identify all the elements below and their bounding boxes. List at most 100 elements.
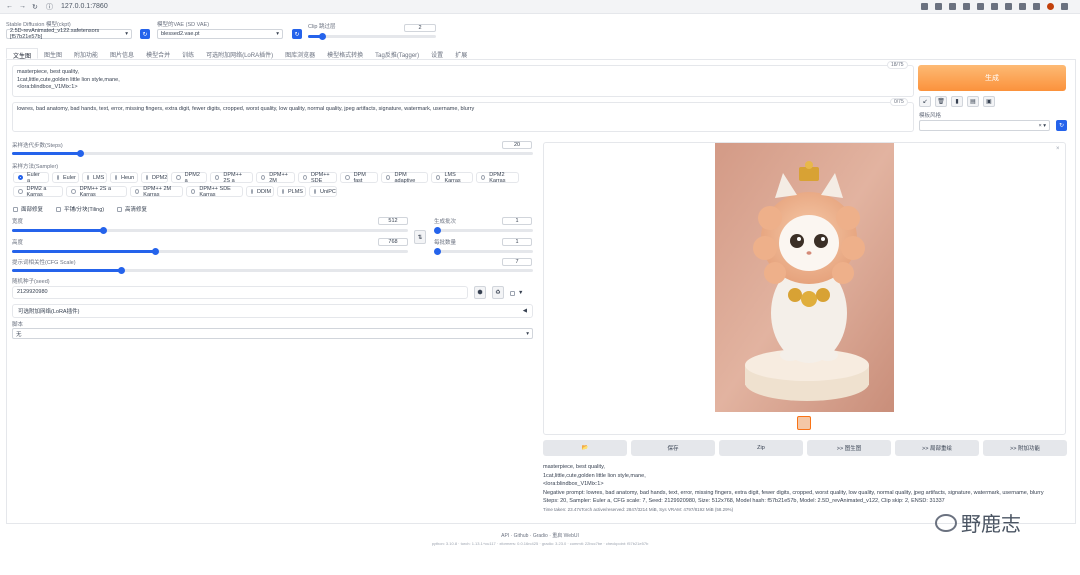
- menu-icon[interactable]: [1061, 3, 1068, 10]
- browser-nav[interactable]: ← → ↻: [6, 3, 46, 11]
- extra-seed-checkbox[interactable]: ▼: [510, 290, 523, 296]
- radio-dot[interactable]: [18, 189, 23, 194]
- radio-dot[interactable]: [146, 175, 148, 180]
- share-icon[interactable]: [949, 3, 956, 10]
- height-slider[interactable]: [12, 248, 408, 255]
- style-select[interactable]: × ▾: [919, 120, 1050, 131]
- tab[interactable]: 设置: [425, 48, 449, 59]
- sampler-option[interactable]: DPM adaptive: [381, 172, 428, 184]
- radio-dot[interactable]: [282, 189, 284, 194]
- radio-dot[interactable]: [481, 175, 486, 180]
- tab[interactable]: 模型格式转换: [321, 48, 369, 59]
- sampler-option[interactable]: Euler: [52, 172, 79, 183]
- radio-dot[interactable]: [87, 175, 89, 180]
- reuse-seed-button[interactable]: ♻: [492, 286, 504, 299]
- close-icon[interactable]: ×: [1056, 146, 1060, 152]
- sampler-option[interactable]: PLMS: [277, 186, 306, 197]
- generate-button[interactable]: 生成: [918, 65, 1066, 91]
- clip-slider-knob[interactable]: [319, 33, 326, 40]
- radio-dot[interactable]: [386, 175, 391, 180]
- radio-dot[interactable]: [436, 175, 441, 180]
- batch-count-slider[interactable]: [434, 227, 533, 234]
- sampler-option[interactable]: UniPC: [309, 186, 337, 197]
- checkbox-box[interactable]: [56, 206, 61, 212]
- batch-count-input[interactable]: 1: [502, 217, 532, 225]
- cfg-slider[interactable]: [12, 267, 533, 274]
- restore-faces-checkbox[interactable]: 面部修复: [13, 205, 43, 213]
- tab[interactable]: 附加功能: [68, 48, 104, 59]
- checkbox-box[interactable]: [117, 206, 122, 212]
- extension-icon[interactable]: [991, 3, 998, 10]
- clip-input[interactable]: 2: [404, 24, 436, 32]
- batch-size-input[interactable]: 1: [502, 238, 532, 246]
- tab[interactable]: 图库浏览器: [279, 48, 321, 59]
- swap-dimensions-button[interactable]: ⇅: [414, 230, 426, 244]
- triangle-down-icon[interactable]: ▼: [518, 290, 523, 296]
- sampler-option[interactable]: DPM++ 2M: [256, 172, 295, 184]
- width-slider[interactable]: [12, 227, 408, 234]
- address-bar[interactable]: 127.0.0.1:7860: [61, 3, 108, 10]
- sidebar-icon[interactable]: [1033, 3, 1040, 10]
- sampler-option[interactable]: Euler a: [13, 172, 49, 184]
- sampler-option[interactable]: DPM2 a: [171, 172, 207, 184]
- radio-dot[interactable]: [345, 175, 350, 180]
- tab[interactable]: 文生图: [6, 48, 39, 60]
- steps-input[interactable]: 20: [502, 141, 532, 149]
- apply-style-button[interactable]: ▤: [967, 96, 979, 107]
- script-select[interactable]: 无 ▾: [12, 328, 533, 339]
- back-icon[interactable]: ←: [6, 3, 13, 11]
- sampler-option[interactable]: LMS Karras: [431, 172, 473, 184]
- radio-dot[interactable]: [135, 189, 140, 194]
- sampler-option[interactable]: Heun: [110, 172, 138, 183]
- seed-input[interactable]: 2129920980: [12, 286, 468, 299]
- height-input[interactable]: 768: [378, 238, 408, 246]
- checkbox-box[interactable]: [510, 290, 515, 296]
- steps-slider[interactable]: [12, 150, 533, 157]
- generated-image[interactable]: [715, 143, 894, 412]
- sampler-option[interactable]: DDIM: [246, 186, 274, 197]
- tab[interactable]: 模型合并: [140, 48, 176, 59]
- radio-dot[interactable]: [57, 175, 59, 180]
- negative-prompt[interactable]: lowres, bad anatomy, bad hands, text, er…: [12, 102, 914, 132]
- radio-dot[interactable]: [215, 175, 220, 180]
- puzzle-icon[interactable]: [1019, 3, 1026, 10]
- paste-button[interactable]: ↙: [919, 96, 931, 107]
- tiling-checkbox[interactable]: 平铺/分块(Tiling): [56, 205, 104, 213]
- tab[interactable]: 图生图: [38, 48, 68, 59]
- lora-accordion[interactable]: 可选附加网络(LoRA插件) ◀: [12, 304, 533, 318]
- sampler-option[interactable]: DPM++ SDE Karras: [186, 186, 243, 198]
- refresh-model-button[interactable]: ↻: [140, 29, 150, 39]
- model-select[interactable]: 2.5D-revAnimated_v122.safetensors [f57b2…: [6, 28, 132, 40]
- radio-dot[interactable]: [261, 175, 266, 180]
- reload-icon[interactable]: ↻: [32, 3, 38, 11]
- send-to-extras-button[interactable]: >> 附加功能: [983, 440, 1067, 456]
- send-to-img2img-button[interactable]: >> 图生图: [807, 440, 891, 456]
- refresh-style-button[interactable]: ↻: [1056, 120, 1067, 131]
- steps-slider-knob[interactable]: [77, 150, 84, 157]
- tab[interactable]: 训练: [176, 48, 200, 59]
- clip-slider[interactable]: [308, 33, 436, 40]
- send-to-inpaint-button[interactable]: >> 局部重绘: [895, 440, 979, 456]
- radio-dot[interactable]: [71, 189, 76, 194]
- extension-icon[interactable]: [1005, 3, 1012, 10]
- cfg-input[interactable]: 7: [502, 258, 532, 266]
- radio-dot[interactable]: [251, 189, 253, 194]
- sampler-option[interactable]: LMS: [82, 172, 107, 183]
- translate-icon[interactable]: [921, 3, 928, 10]
- sampler-option[interactable]: DPM2: [141, 172, 168, 183]
- sampler-option[interactable]: DPM++ 2S a Karras: [66, 186, 127, 198]
- width-slider-knob[interactable]: [100, 227, 107, 234]
- radio-dot[interactable]: [191, 189, 196, 194]
- footer-links[interactable]: API · Github · Gradio · 重启 WebUI: [0, 532, 1080, 539]
- save-button[interactable]: 保存: [631, 440, 715, 456]
- width-input[interactable]: 512: [378, 217, 408, 225]
- tab[interactable]: 图片信息: [104, 48, 140, 59]
- sampler-option[interactable]: DPM++ 2S a: [210, 172, 253, 184]
- search-icon[interactable]: [935, 3, 942, 10]
- tab[interactable]: Tag反推(Tagger): [369, 48, 425, 59]
- sampler-option[interactable]: DPM++ SDE: [298, 172, 337, 184]
- positive-prompt[interactable]: masterpiece, best quality, 1cat,little,c…: [12, 65, 914, 97]
- avatar[interactable]: [1047, 3, 1054, 10]
- radio-dot[interactable]: [176, 175, 181, 180]
- star-icon[interactable]: [963, 3, 970, 10]
